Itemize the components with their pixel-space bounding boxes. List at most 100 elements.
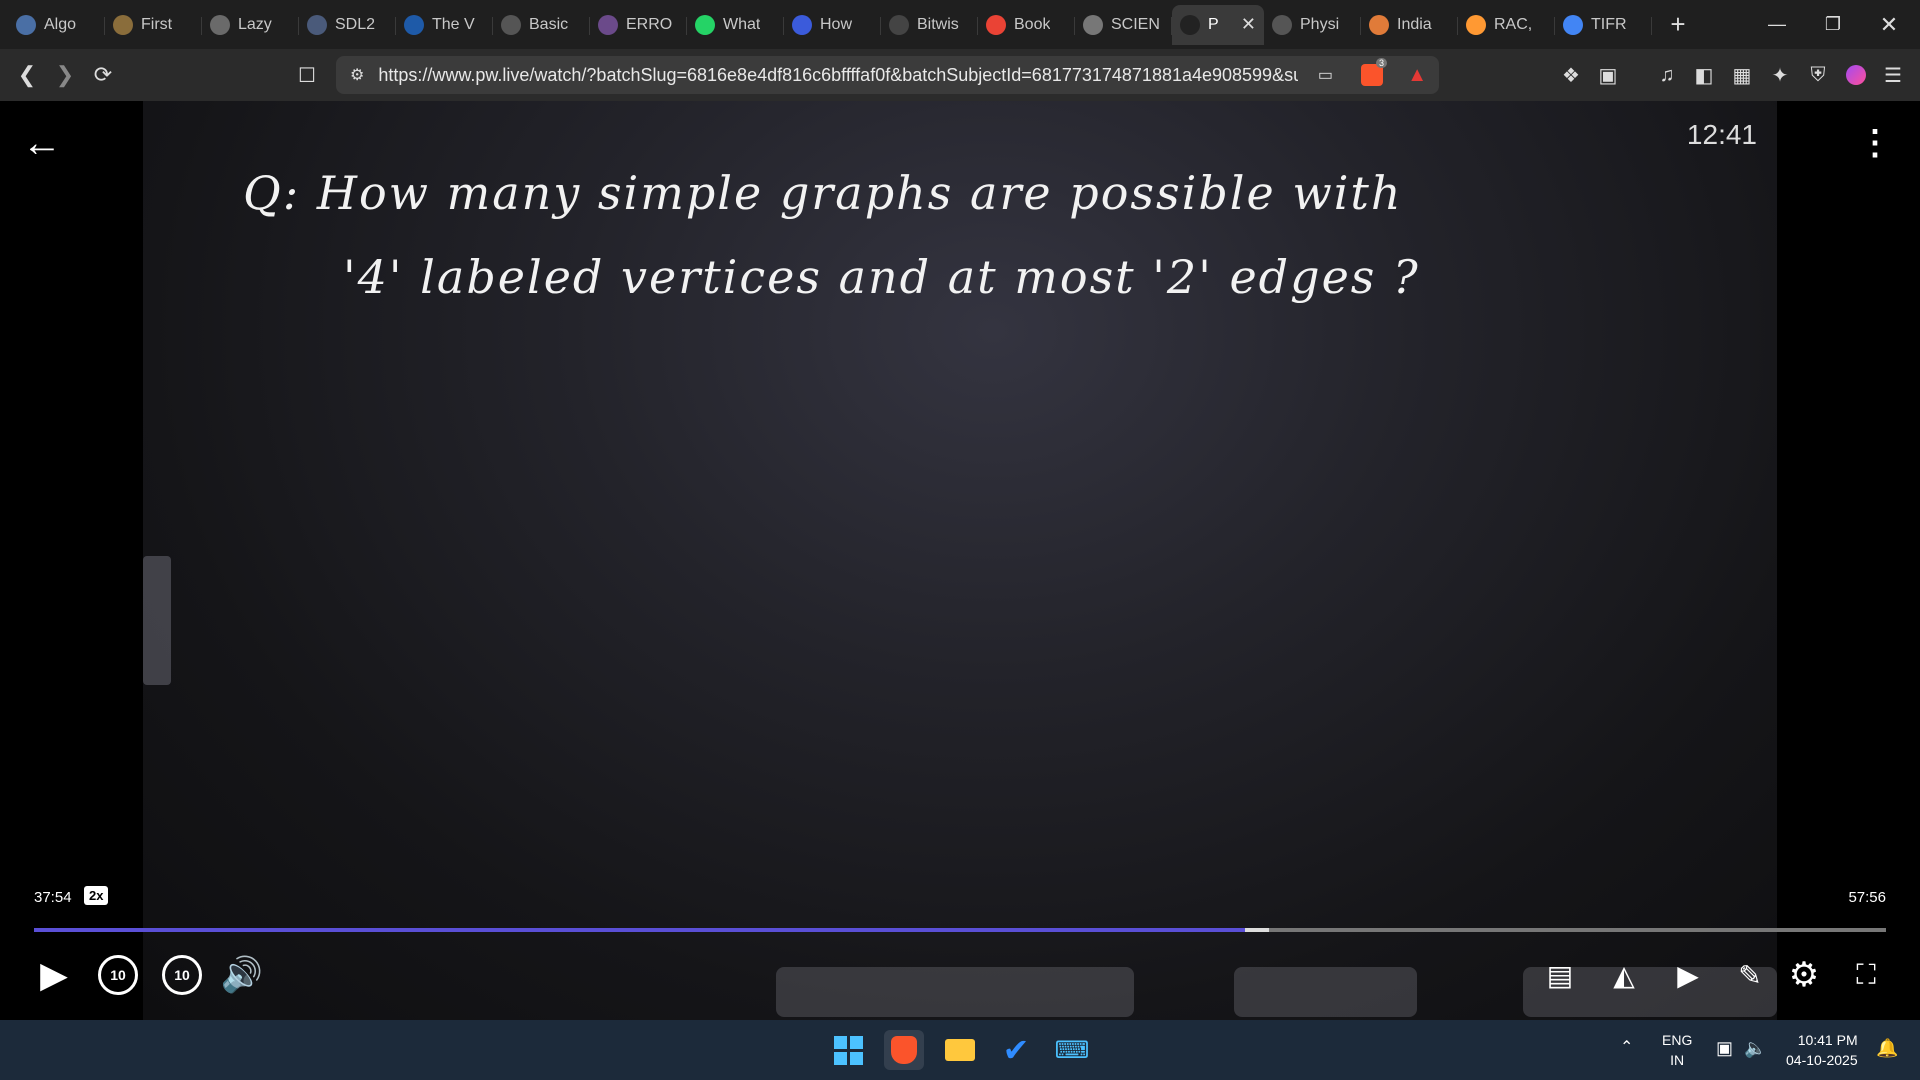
tab-favicon-icon: [1272, 14, 1292, 35]
show-hidden-icons[interactable]: ⌃: [1620, 1038, 1633, 1058]
restore-button[interactable]: ❐: [1805, 0, 1861, 49]
tab-label: Physi: [1300, 15, 1340, 33]
tab-label: Basic: [529, 15, 569, 33]
windows-taskbar: ✔ ⌨ ⌃ ENG IN ▣ 🔈 10:41 PM 04-10-2025 🔔: [0, 1020, 1920, 1080]
lang-line-2: IN: [1670, 1052, 1685, 1068]
back-button[interactable]: ❮: [10, 58, 44, 92]
tab-label: SCIEN: [1111, 15, 1160, 33]
video-frame[interactable]: Q: How many simple graphs are possible w…: [143, 101, 1777, 1020]
whiteboard-question: Q: How many simple graphs are possible w…: [243, 151, 1420, 319]
tab-strip: Algo First Lazy SDL2 The V Basic ERRO What How Bi…: [0, 0, 1920, 49]
menu-icon[interactable]: ☰: [1880, 62, 1906, 88]
media-icon[interactable]: ♫: [1654, 62, 1680, 88]
reload-button[interactable]: ⟳: [86, 58, 120, 92]
leo-ai-icon[interactable]: ✦: [1767, 62, 1793, 88]
profile-icon[interactable]: [1843, 62, 1869, 88]
tab-favicon-icon: [1369, 14, 1389, 35]
notification-bell-icon[interactable]: 🔔: [1876, 1038, 1898, 1058]
progress-fill: [34, 928, 1246, 932]
volume-button[interactable]: 🔊: [218, 951, 266, 999]
close-window-button[interactable]: ✕: [1861, 0, 1917, 49]
browser-tab[interactable]: ERRO: [590, 5, 687, 45]
tab-label: What: [723, 15, 761, 33]
fullscreen-icon[interactable]: ⛶: [1842, 951, 1890, 999]
browser-tab[interactable]: SCIEN: [1075, 5, 1172, 45]
picture-in-picture-icon[interactable]: ▶: [1664, 951, 1712, 999]
rewind-button[interactable]: 10: [94, 951, 142, 999]
language-indicator[interactable]: ENG IN: [1662, 1030, 1692, 1070]
browser-tab[interactable]: Bitwis: [881, 5, 978, 45]
browser-tab[interactable]: How: [784, 5, 881, 45]
back-arrow-icon[interactable]: ←: [22, 123, 62, 163]
tab-favicon-icon: [501, 14, 521, 35]
todo-icon[interactable]: ✔: [996, 1030, 1036, 1070]
play-button[interactable]: ▶: [30, 951, 78, 999]
minimize-button[interactable]: —: [1749, 0, 1805, 49]
settings-icon[interactable]: ⚙: [1780, 951, 1828, 999]
browser-tab[interactable]: SDL2: [299, 5, 396, 45]
keyboard-icon[interactable]: ⌨: [1052, 1030, 1092, 1070]
url-text: https://www.pw.live/watch/?batchSlug=681…: [378, 64, 1299, 85]
chat-icon[interactable]: ▤: [1536, 951, 1584, 999]
video-side-panel: [143, 556, 171, 685]
windows-start-icon[interactable]: [828, 1030, 868, 1070]
browser-tab[interactable]: Basic: [493, 5, 590, 45]
tab-label: SDL2: [335, 15, 376, 33]
video-overlay-time: 12:41: [1686, 119, 1757, 150]
tab-favicon-icon: [1180, 14, 1200, 35]
browser-tab[interactable]: RAC,: [1458, 5, 1555, 45]
tab-label: India: [1397, 15, 1432, 33]
browser-tab[interactable]: India: [1361, 5, 1458, 45]
file-explorer-icon[interactable]: [940, 1030, 980, 1070]
address-bar[interactable]: ⚙ https://www.pw.live/watch/?batchSlug=6…: [336, 56, 1439, 94]
browser-tab[interactable]: What: [687, 5, 784, 45]
tab-favicon-icon: [986, 14, 1006, 35]
speed-badge[interactable]: 2x: [84, 886, 109, 905]
tab-label: Bitwis: [917, 15, 959, 33]
tab-favicon-icon: [16, 14, 36, 35]
forward-button[interactable]: ❯: [48, 58, 82, 92]
tab-favicon-icon: [792, 14, 812, 35]
browser-tab[interactable]: The V: [396, 5, 493, 45]
browser-tab[interactable]: P ✕: [1172, 4, 1264, 45]
brave-rewards-icon[interactable]: ▲: [1407, 64, 1427, 87]
speaker-icon[interactable]: 🔈: [1744, 1038, 1766, 1058]
cast-icon[interactable]: ▭: [1318, 65, 1333, 85]
notes-icon[interactable]: ✎: [1726, 951, 1774, 999]
network-icon[interactable]: ▣: [1716, 1038, 1733, 1058]
tab-favicon-icon: [1083, 14, 1103, 35]
clock[interactable]: 10:41 PM 04-10-2025: [1786, 1030, 1858, 1070]
site-settings-icon[interactable]: ⚙: [350, 65, 364, 85]
video-toolbar-strip: [1234, 967, 1417, 1017]
bookmark-icon[interactable]: ☐: [290, 58, 324, 92]
translate-icon[interactable]: ◭: [1600, 951, 1648, 999]
duration: 57:56: [1848, 889, 1886, 906]
tab-favicon-icon: [307, 14, 327, 35]
vpn-icon[interactable]: ⛨: [1805, 62, 1831, 88]
navigation-bar: ❮ ❯ ⟳ ☐ ⚙ https://www.pw.live/watch/?bat…: [0, 49, 1920, 101]
browser-tab[interactable]: Physi: [1264, 5, 1361, 45]
tab-label: Algo: [44, 15, 77, 33]
tab-favicon-icon: [695, 14, 715, 35]
video-player[interactable]: Q: How many simple graphs are possible w…: [0, 101, 1920, 1020]
question-line-2: '4' labeled vertices and at most '2' edg…: [343, 250, 1420, 304]
brave-browser-icon[interactable]: [884, 1030, 924, 1070]
more-options-icon[interactable]: ⋮: [1858, 123, 1892, 163]
close-tab-icon[interactable]: ✕: [1241, 14, 1256, 35]
tab-favicon-icon: [1466, 14, 1486, 35]
browser-tab[interactable]: TIFR: [1555, 5, 1652, 45]
extensions-icon[interactable]: ❖: [1558, 62, 1584, 88]
tab-favicon-icon: [1563, 14, 1583, 35]
forward-button[interactable]: 10: [158, 951, 206, 999]
new-tab-button[interactable]: +: [1658, 5, 1698, 45]
progress-bar[interactable]: [34, 928, 1886, 932]
browser-tab[interactable]: Book: [978, 5, 1075, 45]
browser-tab[interactable]: Algo: [8, 5, 105, 45]
sidebar-icon[interactable]: ◧: [1691, 62, 1717, 88]
browser-tab[interactable]: First: [105, 5, 202, 45]
reader-mode-icon[interactable]: ▣: [1595, 62, 1621, 88]
video-toolbar-strip: [776, 967, 1134, 1017]
tab-favicon-icon: [598, 14, 618, 35]
browser-tab[interactable]: Lazy: [202, 5, 299, 45]
wallet-icon[interactable]: ▦: [1729, 62, 1755, 88]
